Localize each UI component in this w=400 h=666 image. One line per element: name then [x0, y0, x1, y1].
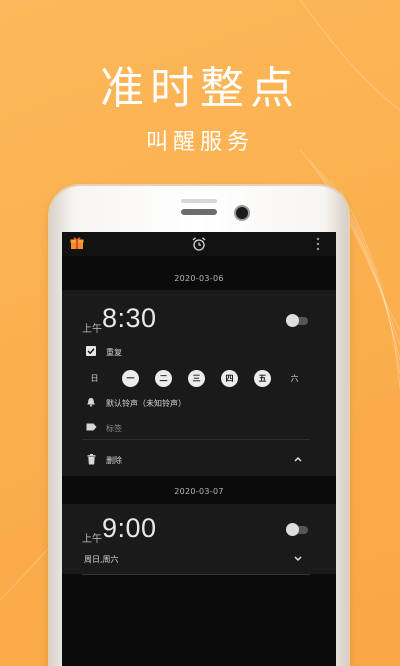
toggle-knob: [286, 523, 299, 536]
date-header: 2020-03-07: [174, 487, 224, 496]
ringtone-label[interactable]: 默认铃声（未知铃声）: [106, 398, 186, 409]
alarm-toggle[interactable]: [286, 523, 308, 536]
alarm-clock-icon[interactable]: [191, 236, 207, 252]
repeat-checkbox[interactable]: [86, 346, 96, 356]
repeat-summary: 周日,周六: [84, 555, 119, 564]
delete-button[interactable]: 删除: [106, 455, 122, 466]
chevron-down-icon[interactable]: [294, 556, 302, 562]
tag-input[interactable]: 标签: [106, 423, 122, 434]
tag-icon: [86, 423, 97, 431]
phone-speaker: [181, 209, 217, 215]
alarm-ampm: 上午: [82, 534, 102, 545]
bell-icon: [87, 398, 95, 407]
alarm-time[interactable]: 8:30: [102, 303, 157, 334]
toggle-knob: [286, 314, 299, 327]
alarm-card-expanded[interactable]: 上午 8:30 重复 日 一 二 三 四 五 六 默认铃声（未知铃声） 标签 删…: [62, 290, 336, 476]
alarm-ampm: 上午: [82, 324, 102, 335]
day-wed[interactable]: 三: [188, 370, 205, 387]
gift-icon[interactable]: [70, 236, 84, 250]
promo-headline: 准时整点: [100, 63, 300, 114]
day-thu[interactable]: 四: [221, 370, 238, 387]
chevron-up-icon[interactable]: [294, 456, 302, 462]
card-divider: [82, 439, 310, 440]
app-toolbar: [62, 232, 336, 256]
trash-icon[interactable]: [87, 454, 96, 465]
more-vertical-icon[interactable]: [315, 236, 321, 252]
app-screen: 2020-03-06 上午 8:30 重复 日 一 二 三 四 五 六 默认铃声…: [62, 232, 336, 666]
alarm-toggle[interactable]: [286, 314, 308, 327]
day-sun[interactable]: 日: [86, 370, 103, 387]
day-sat[interactable]: 六: [286, 370, 303, 387]
alarm-card-collapsed[interactable]: 上午 9:00 周日,周六: [62, 504, 336, 574]
phone-camera: [236, 207, 248, 219]
repeat-label: 重复: [106, 348, 122, 357]
promo-subline: 叫醒服务: [145, 130, 254, 155]
phone-frame: 2020-03-06 上午 8:30 重复 日 一 二 三 四 五 六 默认铃声…: [50, 186, 348, 666]
phone-sensor: [181, 199, 217, 203]
date-header: 2020-03-06: [174, 274, 224, 283]
check-icon: [87, 348, 95, 355]
day-mon[interactable]: 一: [122, 370, 139, 387]
alarm-time[interactable]: 9:00: [102, 513, 157, 544]
day-fri[interactable]: 五: [254, 370, 271, 387]
day-tue[interactable]: 二: [155, 370, 172, 387]
list-divider: [82, 574, 310, 575]
